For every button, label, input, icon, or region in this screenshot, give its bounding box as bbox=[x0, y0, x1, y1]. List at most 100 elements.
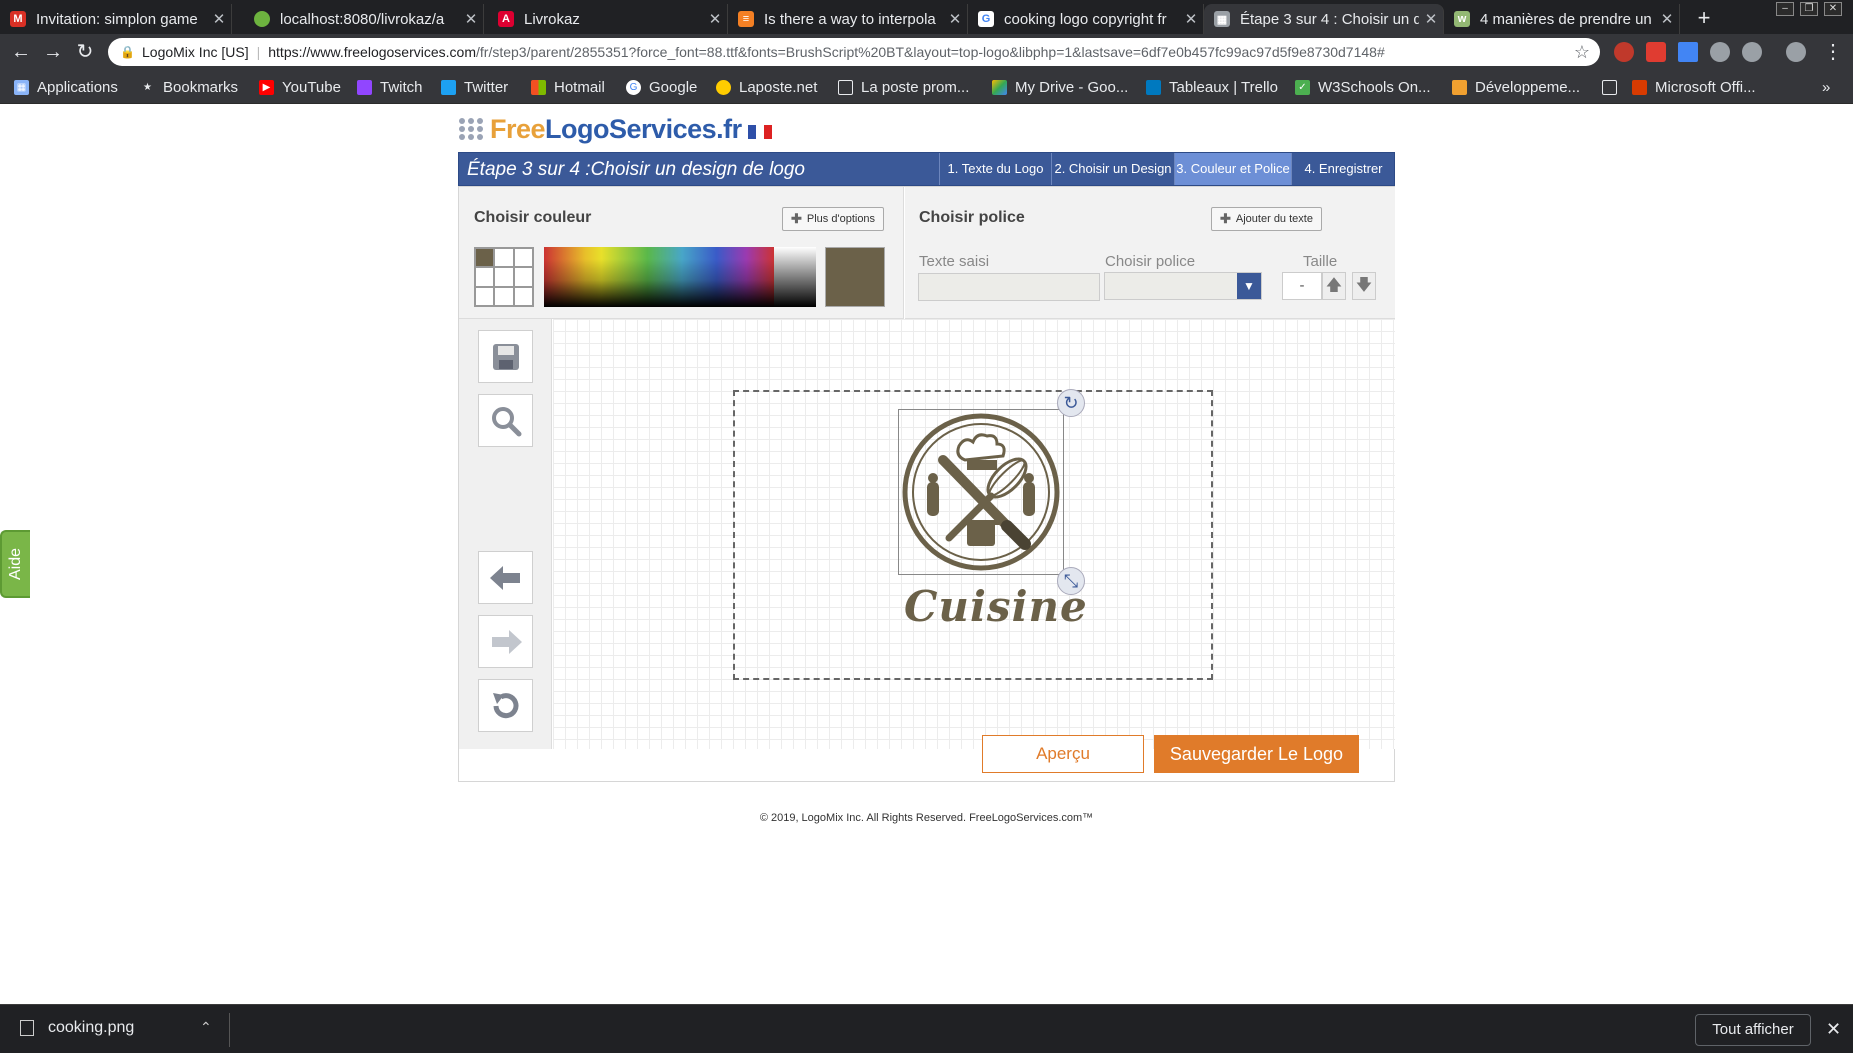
bookmark-item[interactable]: ★ Bookmarks bbox=[140, 77, 238, 97]
color-panel: Choisir couleur ✚ Plus d'options bbox=[459, 187, 904, 319]
help-tab[interactable]: Aide bbox=[0, 530, 30, 598]
chevron-up-icon[interactable]: ⌃ bbox=[200, 1019, 212, 1036]
chevron-down-icon[interactable]: ▼ bbox=[1237, 273, 1261, 299]
reload-icon[interactable]: ↻ bbox=[70, 37, 100, 67]
add-text-button[interactable]: ✚ Ajouter du texte bbox=[1211, 207, 1322, 231]
address-bar[interactable]: 🔒 LogoMix Inc [US] | https://www.freelog… bbox=[108, 38, 1600, 66]
bookmark-item[interactable]: Laposte.net bbox=[716, 77, 817, 97]
bookmark-item[interactable]: Tableaux | Trello bbox=[1146, 77, 1278, 97]
more-options-label: Plus d'options bbox=[806, 213, 876, 225]
size-up-icon[interactable]: 🡅 bbox=[1322, 272, 1346, 300]
close-icon[interactable]: ✕ bbox=[703, 10, 727, 28]
color-swatch[interactable] bbox=[494, 248, 514, 268]
site-logo[interactable]: Free LogoServices.fr bbox=[459, 114, 772, 144]
bookmark-item[interactable]: ✓ W3Schools On... bbox=[1295, 77, 1431, 97]
close-window-icon[interactable]: ✕ bbox=[1824, 2, 1842, 16]
more-options-button[interactable]: ✚ Plus d'options bbox=[782, 207, 885, 231]
minimize-icon[interactable]: – bbox=[1776, 2, 1794, 16]
bookmark-star-icon[interactable]: ☆ bbox=[1574, 42, 1590, 63]
logo-text-input[interactable] bbox=[918, 273, 1100, 301]
bookmark-item[interactable]: Twitter bbox=[441, 77, 508, 97]
close-icon[interactable]: ✕ bbox=[943, 10, 967, 28]
bookmark-extension-icon[interactable] bbox=[1678, 42, 1698, 62]
icon-selection-box[interactable] bbox=[898, 409, 1064, 575]
tab-enregistrer[interactable]: 4. Enregistrer bbox=[1291, 153, 1395, 185]
size-down-icon[interactable]: 🡇 bbox=[1352, 272, 1376, 300]
preview-button[interactable]: Aperçu bbox=[982, 735, 1144, 773]
bookmark-item[interactable]: Twitch bbox=[357, 77, 423, 97]
bookmark-item[interactable]: G Google bbox=[626, 77, 697, 97]
close-icon[interactable]: ✕ bbox=[1179, 10, 1203, 28]
divider bbox=[229, 1013, 230, 1047]
download-filename: cooking.png bbox=[48, 1019, 135, 1036]
browser-tab[interactable]: ≡ Is there a way to interpola ✕ bbox=[728, 4, 968, 34]
browser-tab[interactable]: G cooking logo copyright fr ✕ bbox=[968, 4, 1204, 34]
pdf-extension-icon[interactable] bbox=[1646, 42, 1666, 62]
forward-icon[interactable]: → bbox=[38, 37, 68, 67]
rotate-handle-icon[interactable]: ↻ bbox=[1057, 389, 1085, 417]
profile-avatar-icon[interactable] bbox=[1786, 42, 1806, 62]
bookmark-item[interactable] bbox=[1602, 77, 1625, 97]
browser-tab-strip: M Invitation: simplon game ✕ localhost:8… bbox=[0, 0, 1853, 34]
lock-icon: 🔒 bbox=[120, 45, 135, 59]
footer-copyright: © 2019, LogoMix Inc. All Rights Reserved… bbox=[759, 812, 1094, 824]
wikihow-icon: w bbox=[1454, 11, 1470, 27]
download-item[interactable]: cooking.png bbox=[20, 1019, 134, 1037]
bookmark-item[interactable]: ▦ Applications bbox=[14, 77, 118, 97]
browser-tab[interactable]: M Invitation: simplon game ✕ bbox=[0, 4, 232, 34]
undo-arrow-button[interactable] bbox=[478, 551, 533, 604]
color-swatch[interactable] bbox=[475, 267, 495, 287]
extension-icon[interactable] bbox=[1710, 42, 1730, 62]
extension-icon[interactable] bbox=[1742, 42, 1762, 62]
font-select[interactable]: ▼ bbox=[1104, 272, 1262, 300]
bookmark-item[interactable]: Microsoft Offi... bbox=[1632, 77, 1756, 97]
tab-couleur-et-police[interactable]: 3. Couleur et Police bbox=[1174, 153, 1291, 185]
color-swatch[interactable] bbox=[494, 267, 514, 287]
color-swatch[interactable] bbox=[513, 267, 533, 287]
current-color-swatch bbox=[825, 247, 885, 307]
color-swatch[interactable] bbox=[513, 248, 533, 268]
font-size-input[interactable]: - bbox=[1282, 272, 1322, 300]
bookmark-label: Laposte.net bbox=[739, 78, 818, 96]
kebab-menu-icon[interactable]: ⋮ bbox=[1818, 37, 1848, 67]
zoom-tool-button[interactable] bbox=[478, 394, 533, 447]
adblock-extension-icon[interactable] bbox=[1614, 42, 1634, 62]
browser-tab-active[interactable]: ▦ Étape 3 sur 4 : Choisir un d ✕ bbox=[1204, 4, 1444, 34]
color-swatch[interactable] bbox=[475, 286, 495, 306]
logo-text[interactable]: Cuisine bbox=[904, 582, 1088, 631]
color-swatch[interactable] bbox=[513, 286, 533, 306]
new-tab-button[interactable]: + bbox=[1690, 4, 1718, 32]
grayscale-picker[interactable] bbox=[774, 247, 816, 307]
close-icon[interactable]: ✕ bbox=[459, 10, 483, 28]
color-swatch[interactable] bbox=[475, 248, 495, 268]
reset-button[interactable] bbox=[478, 679, 533, 732]
close-icon[interactable]: ✕ bbox=[1655, 10, 1679, 28]
close-icon[interactable]: ✕ bbox=[1826, 1019, 1841, 1040]
bookmark-item[interactable]: Développeme... bbox=[1452, 77, 1580, 97]
color-spectrum-picker[interactable] bbox=[544, 247, 774, 307]
tab-choisir-un-design[interactable]: 2. Choisir un Design bbox=[1051, 153, 1174, 185]
browser-tab[interactable]: A Livrokaz ✕ bbox=[488, 4, 728, 34]
redo-arrow-button[interactable] bbox=[478, 615, 533, 668]
stackoverflow-icon: ≡ bbox=[738, 11, 754, 27]
color-swatch[interactable] bbox=[494, 286, 514, 306]
color-swatch-grid[interactable] bbox=[474, 247, 534, 307]
bookmark-item[interactable]: La poste prom... bbox=[838, 77, 969, 97]
star-icon: ★ bbox=[143, 81, 152, 93]
more-bookmarks-button[interactable]: » bbox=[1822, 77, 1830, 97]
bookmark-item[interactable]: Hotmail bbox=[531, 77, 605, 97]
back-icon[interactable]: ← bbox=[6, 37, 36, 67]
close-icon[interactable]: ✕ bbox=[1419, 10, 1443, 28]
bookmark-item[interactable]: ▶ YouTube bbox=[259, 77, 341, 97]
browser-tab[interactable]: localhost:8080/livrokaz/a ✕ bbox=[244, 4, 484, 34]
laposte-icon bbox=[716, 79, 731, 95]
bookmark-item[interactable]: My Drive - Goo... bbox=[992, 77, 1128, 97]
tab-texte-du-logo[interactable]: 1. Texte du Logo bbox=[939, 153, 1051, 185]
show-all-downloads-button[interactable]: Tout afficher bbox=[1695, 1014, 1811, 1046]
logo-dots-icon bbox=[459, 118, 484, 140]
browser-tab[interactable]: w 4 manières de prendre un ✕ bbox=[1444, 4, 1680, 34]
save-tool-button[interactable] bbox=[478, 330, 533, 383]
save-logo-button[interactable]: Sauvegarder Le Logo bbox=[1154, 735, 1359, 773]
restore-icon[interactable]: ❐ bbox=[1800, 2, 1818, 16]
close-icon[interactable]: ✕ bbox=[207, 10, 231, 28]
